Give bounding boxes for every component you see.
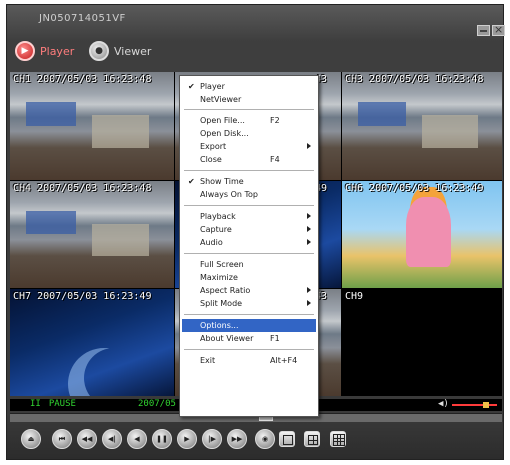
split-1-button[interactable]	[279, 431, 295, 447]
play-button[interactable]: ▶	[177, 429, 197, 449]
window-title: JN050714051VF	[39, 13, 126, 24]
camera-label: CH3 2007/05/03 16:23:48	[345, 74, 484, 85]
menu-separator	[184, 109, 314, 110]
camera-view-ch6[interactable]: CH6 2007/05/03 16:23:49	[342, 181, 502, 288]
submenu-arrow-icon	[307, 300, 311, 306]
menu-separator	[184, 205, 314, 206]
submenu-arrow-icon	[307, 143, 311, 149]
menu-item-label: Aspect Ratio	[200, 286, 251, 295]
submenu-arrow-icon	[307, 213, 311, 219]
menu-item-capture[interactable]: Capture	[182, 223, 316, 236]
menu-item-shortcut: F2	[270, 116, 280, 125]
menu-item-maximize[interactable]: Maximize	[182, 271, 316, 284]
menu-item-label: NetViewer	[200, 95, 242, 104]
camera-capture-button[interactable]: ◉	[255, 429, 275, 449]
camera-label: CH6 2007/05/03 16:23:49	[345, 183, 484, 194]
camera-view-ch3[interactable]: CH3 2007/05/03 16:23:48	[342, 72, 502, 180]
volume-knob[interactable]	[483, 402, 489, 408]
play-state: II PAUSE	[30, 399, 84, 409]
camera-label: CH7 2007/05/03 16:23:49	[13, 291, 152, 302]
camera-label: CH9	[345, 291, 364, 302]
menu-item-full-screen[interactable]: Full Screen	[182, 258, 316, 271]
menu-separator	[184, 314, 314, 315]
menu-item-netviewer[interactable]: NetViewer	[182, 93, 316, 106]
fast-forward-button[interactable]: ▶▶	[227, 429, 247, 449]
menu-item-label: Open File...	[200, 116, 245, 125]
menu-item-shortcut: Alt+F4	[270, 356, 298, 365]
menu-item-open-file[interactable]: Open File... F2	[182, 114, 316, 127]
skip-to-start-button[interactable]: ⏮	[52, 429, 72, 449]
viewer-icon: ●	[89, 41, 109, 61]
menu-item-label: Always On Top	[200, 190, 258, 199]
step-forward-button[interactable]: |▶	[202, 429, 222, 449]
camera-label: CH1 2007/05/03 16:23:48	[13, 74, 152, 85]
eject-button[interactable]: ⏏	[21, 429, 41, 449]
menu-item-export[interactable]: Export	[182, 140, 316, 153]
menu-item-label: Options...	[200, 321, 239, 330]
step-back-button[interactable]: ◀|	[102, 429, 122, 449]
check-icon: ✔	[188, 82, 195, 91]
menu-item-options[interactable]: Options...	[182, 319, 316, 332]
menu-item-label: Export	[200, 142, 227, 151]
menu-item-playback[interactable]: Playback	[182, 210, 316, 223]
title-bar: JN050714051VF	[7, 5, 505, 36]
menu-separator	[184, 170, 314, 171]
menu-item-split-mode[interactable]: Split Mode	[182, 297, 316, 310]
speaker-icon[interactable]: ◀)	[438, 399, 449, 409]
split-9-button[interactable]	[330, 431, 346, 447]
menu-item-audio[interactable]: Audio	[182, 236, 316, 249]
player-window: JN050714051VF ▶ Player ● Viewer CH1 2007…	[6, 4, 505, 460]
menu-item-player[interactable]: ✔ Player	[182, 80, 316, 93]
fast-rewind-button[interactable]: ◀◀	[77, 429, 97, 449]
player-mode-button[interactable]: ▶ Player	[15, 41, 74, 61]
menu-item-shortcut: F4	[270, 155, 280, 164]
menu-item-show-time[interactable]: ✔ Show Time	[182, 175, 316, 188]
camera-view-ch1[interactable]: CH1 2007/05/03 16:23:48	[10, 72, 174, 180]
menu-item-shortcut: F1	[270, 334, 280, 343]
menu-item-label: Audio	[200, 238, 223, 247]
submenu-arrow-icon	[307, 287, 311, 293]
status-date: 2007/05	[138, 399, 176, 409]
menu-separator	[184, 253, 314, 254]
menu-item-always-on-top[interactable]: Always On Top	[182, 188, 316, 201]
menu-item-label: About Viewer	[200, 334, 254, 343]
viewer-mode-label: Viewer	[114, 44, 152, 58]
menu-item-label: Full Screen	[200, 260, 244, 269]
submenu-arrow-icon	[307, 226, 311, 232]
pause-button[interactable]: ❚❚	[152, 429, 172, 449]
volume-slider[interactable]	[452, 404, 497, 406]
menu-item-label: Maximize	[200, 273, 238, 282]
menu-item-aspect-ratio[interactable]: Aspect Ratio	[182, 284, 316, 297]
menu-item-label: Open Disk...	[200, 129, 249, 138]
minimize-button[interactable]	[477, 25, 490, 36]
menu-item-label: Player	[200, 82, 225, 91]
camera-view-ch7[interactable]: CH7 2007/05/03 16:23:49	[10, 289, 174, 396]
pause-icon: II	[30, 399, 41, 409]
menu-item-label: Exit	[200, 356, 216, 365]
menu-item-about-viewer[interactable]: About Viewer F1	[182, 332, 316, 345]
menu-item-label: Close	[200, 155, 222, 164]
menu-item-label: Split Mode	[200, 299, 243, 308]
menu-item-label: Capture	[200, 225, 232, 234]
menu-item-exit[interactable]: Exit Alt+F4	[182, 354, 316, 367]
submenu-arrow-icon	[307, 239, 311, 245]
menu-item-close[interactable]: Close F4	[182, 153, 316, 166]
camera-view-ch4[interactable]: CH4 2007/05/03 16:23:48	[10, 181, 174, 288]
player-icon: ▶	[15, 41, 35, 61]
camera-label: CH4 2007/05/03 16:23:48	[13, 183, 152, 194]
camera-view-ch9[interactable]: CH9	[342, 289, 502, 396]
menu-separator	[184, 349, 314, 350]
close-button[interactable]	[492, 23, 505, 36]
player-mode-label: Player	[40, 44, 75, 58]
menu-item-label: Show Time	[200, 177, 244, 186]
menu-item-label: Playback	[200, 212, 236, 221]
menu-item-open-disk[interactable]: Open Disk...	[182, 127, 316, 140]
split-4-button[interactable]	[304, 431, 320, 447]
context-menu: ✔ Player NetViewer Open File... F2 Open …	[179, 75, 319, 417]
viewer-mode-button[interactable]: ● Viewer	[89, 41, 151, 61]
play-state-label: PAUSE	[48, 399, 76, 409]
check-icon: ✔	[188, 177, 195, 186]
play-backward-button[interactable]: ◀	[127, 429, 147, 449]
